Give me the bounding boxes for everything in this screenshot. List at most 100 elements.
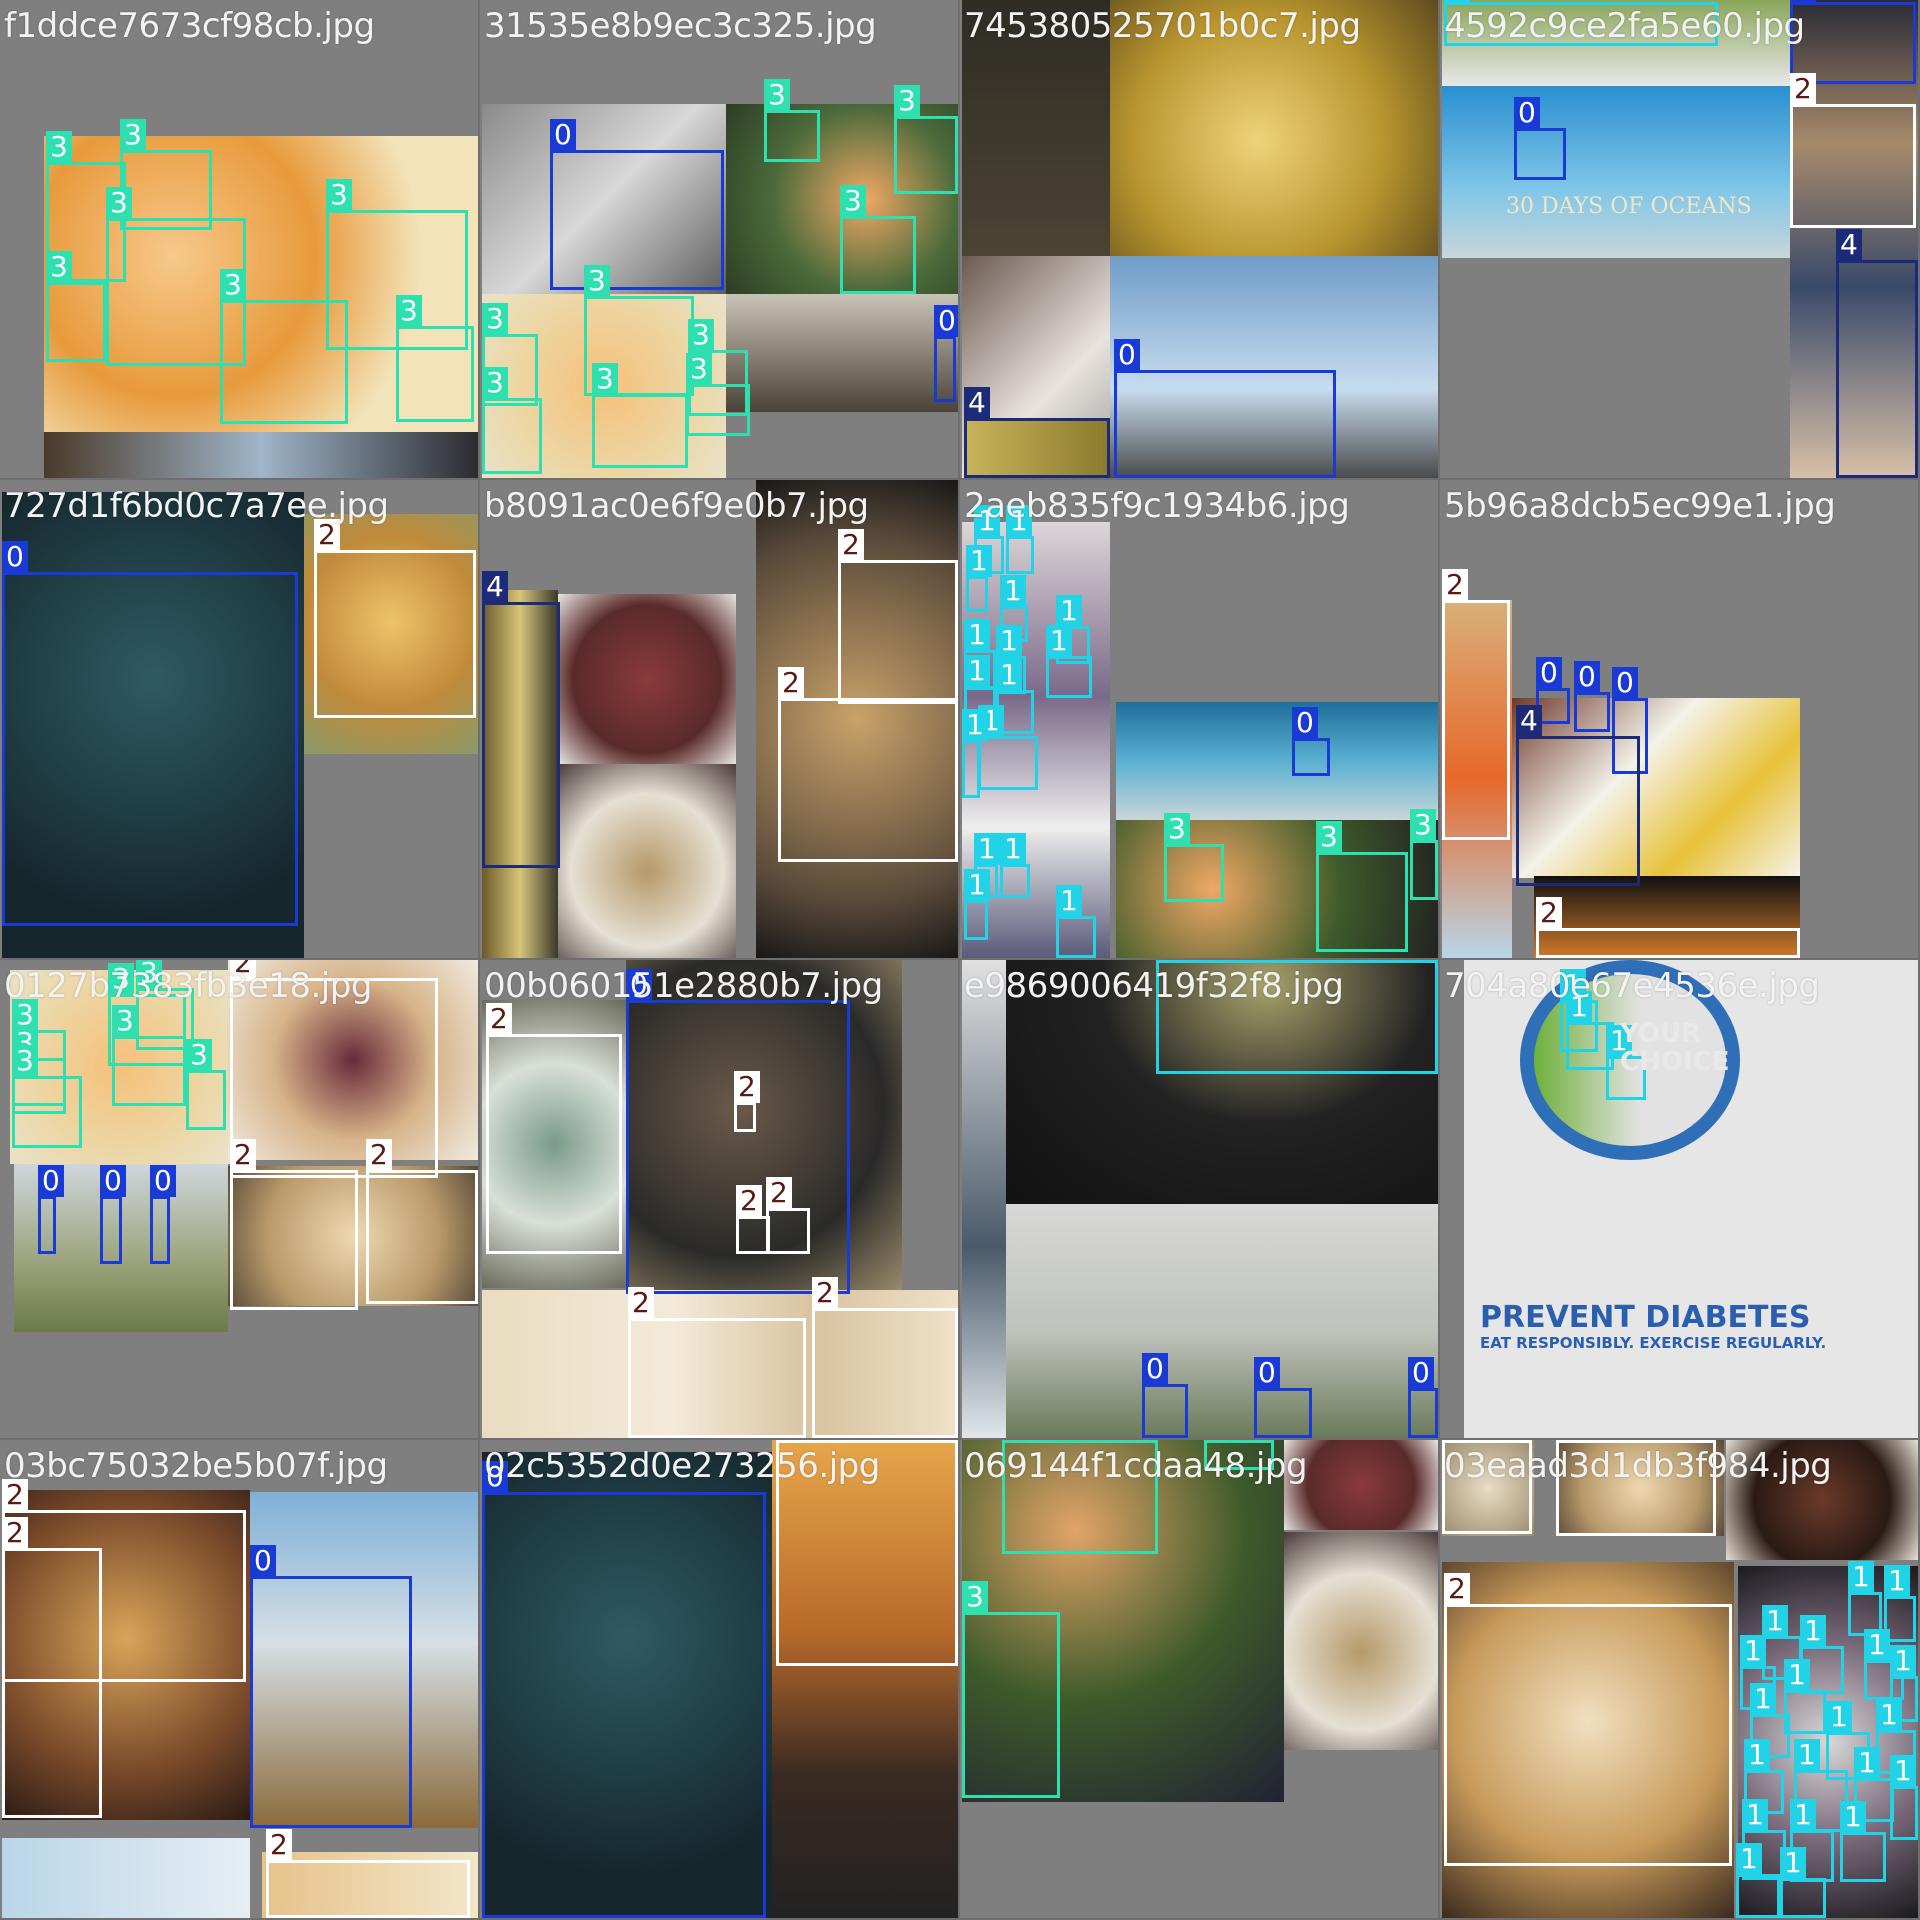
box-class-2: 2 (266, 1829, 470, 1918)
construction-photo (726, 294, 958, 412)
box-class-2: 2 (766, 1177, 810, 1254)
tile-8: 5b96a8dcb5ec99e1.jpg 2 0 0 0 4 2 (1440, 480, 1918, 958)
box-class-1: 1 (964, 869, 990, 940)
tile-filename: 03bc75032be5b07f.jpg (4, 1446, 388, 1486)
box-class-2: 2 (736, 1185, 770, 1254)
blank-area (962, 1802, 1284, 1918)
tile-13: 03bc75032be5b07f.jpg 2 2 0 2 (0, 1440, 478, 1918)
box-class-3: 3 (46, 251, 106, 362)
box-class-2: 2 (230, 1139, 358, 1310)
tile-2: 31535e8b9ec3c325.jpg 0 3 3 3 0 3 3 3 3 3… (480, 0, 958, 478)
tile-filename: 31535e8b9ec3c325.jpg (484, 6, 877, 46)
dates-photo (1284, 1440, 1438, 1530)
plate-photo (558, 764, 736, 958)
box-class-2: 2 (628, 1287, 806, 1438)
box-class-2: 2 (812, 1277, 958, 1438)
tile-1: f1ddce7673cf98cb.jpg 3 3 3 3 3 3 3 (0, 0, 478, 478)
ocean-banner-photo (1442, 86, 1790, 258)
tile-4: 30 DAYS OF OCEANS 4592c9ce2fa5e60.jpg 1 … (1440, 0, 1918, 478)
box-class-4: 4 (964, 387, 1110, 478)
poster-subline: EAT RESPONSIBLY. EXERCISE REGULARLY. (1480, 1334, 1827, 1352)
box-class-1: 1 (1890, 1755, 1918, 1840)
box-class-3: 3 (112, 1005, 186, 1106)
tile-filename: 00b060151e2880b7.jpg (484, 966, 883, 1006)
tile-10: 00b060151e2880b7.jpg 2 0 2 2 2 2 2 (480, 960, 958, 1438)
tile-filename: 03eaad3d1db3f984.jpg (1444, 1446, 1832, 1486)
ocean-banner-photo (1116, 702, 1438, 820)
box-class-1: 1 (1006, 505, 1034, 574)
box-class-1: 1 (1780, 1847, 1826, 1918)
basket-photo (44, 432, 478, 478)
box-class-3: 3 (1316, 821, 1408, 952)
tile-5: 727d1f6bd0c7a7ee.jpg 0 2 (0, 480, 478, 958)
tile-filename: 2aeb835f9c1934b6.jpg (964, 486, 1350, 526)
box-class-3: 3 (1164, 813, 1224, 902)
box-class-2: 2 (230, 960, 438, 1178)
tile-filename: e9869006419f32f8.jpg (964, 966, 1344, 1006)
box-class-0: 0 (1292, 707, 1330, 776)
tile-7: 2aeb835f9c1934b6.jpg 1 1 1 1 1 1 1 1 1 1… (960, 480, 1438, 958)
tile-filename: b8091ac0e6f9e0b7.jpg (484, 486, 869, 526)
box-class-2: 2 (1442, 569, 1510, 840)
box-class-1: 1 (966, 545, 992, 612)
box-class-0: 0 (38, 1165, 64, 1254)
tile-filename: 4592c9ce2fa5e60.jpg (1444, 6, 1805, 46)
box-class-0: 0 (1254, 1357, 1312, 1438)
box-class-2: 2 (314, 519, 476, 718)
box-class-1: 1 (1736, 1843, 1780, 1918)
side-strip-photo (962, 960, 1006, 1438)
misty-field-photo (1006, 1204, 1438, 1438)
box-class-3: 3 (1410, 809, 1438, 900)
tile-16: 03eaad3d1db3f984.jpg 2 2 2 1 1 1 1 1 1 1… (1440, 1440, 1918, 1918)
dates-photo (558, 594, 736, 764)
box-class-3: 3 (12, 1045, 82, 1148)
tile-15: 069144f1cdaa48.jpg 3 3 3 (960, 1440, 1438, 1918)
box-class-2: 2 (838, 529, 958, 704)
box-class-3: 3 (396, 295, 474, 422)
tile-6: b8091ac0e6f9e0b7.jpg 4 2 2 (480, 480, 958, 958)
tile-filename: 02c5352d0e273256.jpg (484, 1446, 880, 1486)
box-class-0: 0 (1408, 1357, 1438, 1438)
box-class-0: 0 (482, 1461, 766, 1918)
box-class-1: 1 (1840, 1801, 1886, 1882)
box-class-0: 0 (934, 305, 958, 402)
tile-filename: 069144f1cdaa48.jpg (964, 1446, 1308, 1486)
box-class-0: 0 (1574, 661, 1610, 732)
box-class-2: 2 (1444, 1573, 1732, 1866)
box-class-2: 2 (2, 1517, 102, 1818)
box-class-3: 3 (840, 185, 916, 294)
box-class-0: 0 (1142, 1353, 1188, 1438)
box-class-2: 2 (366, 1139, 478, 1304)
box-class-3: 3 (764, 79, 820, 162)
box-class-2: 2 (734, 1071, 760, 1132)
box-class-1: 1 (962, 709, 988, 798)
box-class-0: 0 (100, 1165, 126, 1264)
tile-filename: f1ddce7673cf98cb.jpg (4, 6, 375, 46)
box-class-1: 1 (978, 705, 1038, 790)
box-class-3: 3 (186, 1039, 226, 1130)
box-class-2: 2 (486, 1003, 622, 1254)
tile-14: 02c5352d0e273256.jpg 0 2 (480, 1440, 958, 1918)
tile-12: YOUR CHOICE PREVENT DIABETES EAT RESPONS… (1440, 960, 1918, 1438)
box-class-2: 2 (1536, 897, 1800, 958)
tile-3: 745380525701b0c7.jpg 0 4 (960, 0, 1438, 478)
tile-11: e9869006419f32f8.jpg 1 0 0 0 (960, 960, 1438, 1438)
tile-filename: 727d1f6bd0c7a7ee.jpg (4, 486, 389, 526)
box-class-1: 1 (1000, 833, 1030, 898)
box-class-3: 3 (686, 353, 750, 436)
box-class-1: 1 (1784, 1659, 1826, 1734)
box-class-1: 1 (1056, 885, 1096, 958)
tile-filename: 0127b7383fb3e18.jpg (4, 966, 372, 1006)
ocean-banner-text: 30 DAYS OF OCEANS (1506, 194, 1752, 219)
box-class-4: 4 (482, 571, 560, 868)
plate-photo (1284, 1532, 1438, 1750)
box-class-0: 0 (1514, 97, 1566, 180)
box-class-4: 4 (1516, 705, 1640, 886)
box-class-0: 0 (150, 1165, 176, 1264)
box-class-3: 3 (592, 363, 688, 468)
box-class-2: 2 (778, 667, 958, 862)
sky-photo (2, 1838, 250, 1918)
box-class-0: 0 (550, 119, 724, 290)
poster-choice-text: YOUR CHOICE (1620, 1019, 1730, 1077)
box-class-3: 3 (894, 85, 958, 194)
